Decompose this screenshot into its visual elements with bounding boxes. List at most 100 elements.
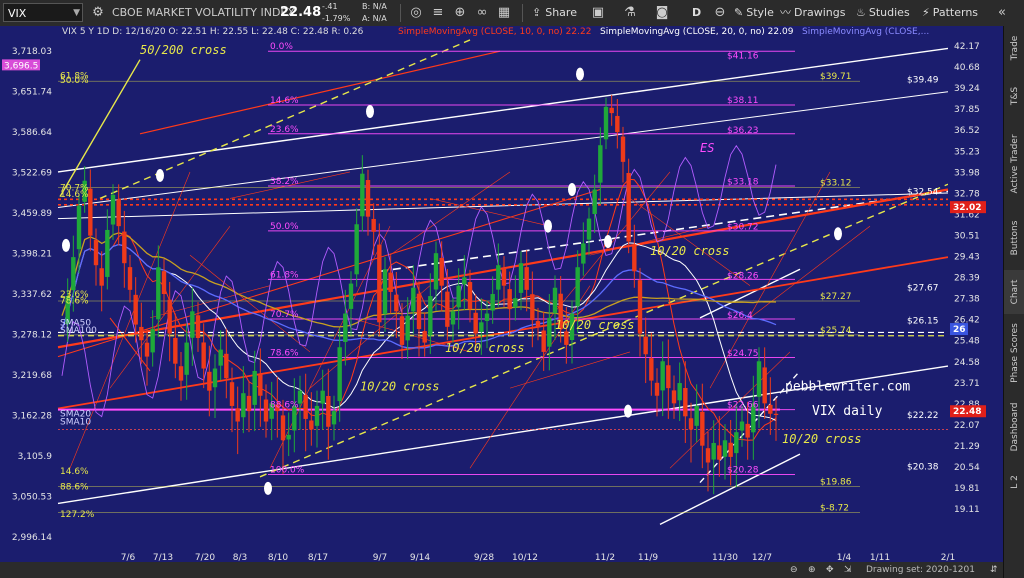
candle-body [416, 293, 422, 330]
expand-icon[interactable]: ⇵ [990, 562, 998, 578]
candle-body [303, 394, 308, 419]
yellow-fib-label: 78.6% [60, 296, 89, 306]
candle-body [76, 205, 82, 250]
tab-chart[interactable]: Chart [1004, 270, 1024, 314]
add-icon[interactable]: ⊕ [452, 5, 468, 21]
share-button[interactable]: ⇪ Share [532, 0, 577, 26]
drawings-label: Drawings [794, 6, 846, 19]
level-label: $20.38 [907, 463, 939, 473]
candle-body [705, 448, 711, 463]
bubble-icon[interactable]: ◎ [408, 5, 424, 21]
side-panel: Trade T&S Active Trader Buttons Chart Ph… [1003, 26, 1024, 578]
cursor-icon[interactable]: ⇲ [844, 562, 852, 578]
link-icon[interactable]: ∞ [474, 5, 490, 21]
tab-trade[interactable]: Trade [1004, 26, 1024, 70]
candle-body [456, 285, 461, 308]
candle-body [218, 349, 223, 366]
candle-body [99, 268, 104, 286]
candle-body [252, 370, 257, 405]
tab-phase-scores[interactable]: Phase Scores [1004, 316, 1024, 390]
candle-body [575, 267, 580, 307]
candle-body [235, 408, 240, 422]
grid-icon[interactable]: ▦ [496, 5, 512, 21]
right-axis-tick: 32.78 [954, 189, 980, 199]
candle-body [354, 224, 359, 275]
aggregation-button[interactable]: D [692, 0, 701, 26]
fib-pct-label: 88.6% [270, 401, 299, 411]
fib-price-label: $38.11 [727, 96, 759, 106]
candle-body [331, 411, 337, 425]
flask-icon[interactable]: ⚗ [622, 5, 638, 21]
drawings-icon: 〰 [780, 6, 791, 19]
x-axis-tick: 9/14 [410, 553, 430, 562]
cross-annotation: 50/200 cross [140, 43, 227, 57]
tab-active-trader[interactable]: Active Trader [1004, 122, 1024, 206]
candle-body [541, 330, 546, 352]
last-price: 22.48 [280, 5, 322, 20]
drawing-set-label: Drawing set: 2020-1201 [866, 565, 975, 575]
cross-annotation: 10/20 cross [555, 318, 634, 332]
zoom-out-icon[interactable]: ⊖ [790, 562, 798, 578]
net-change: -.41 [322, 2, 338, 11]
x-axis: 7/6 7/13 7/20 8/3 8/10 8/17 9/7 9/14 9/28 10/12 11… [0, 552, 1003, 562]
candle-body [105, 229, 110, 277]
candle-body [762, 367, 767, 404]
camera-icon[interactable]: ◙ [654, 5, 670, 21]
gear-icon[interactable]: ⚙ [90, 5, 106, 21]
candle-body [722, 440, 728, 457]
price-chart[interactable]: 0.0% 14.6% 23.6% 38.2% 50.0% 61.8% 70.7% 78.6% 8… [0, 39, 1003, 562]
ohlc-readout: VIX 5 Y 1D D: 12/16/20 O: 22.51 H: 22.55… [62, 27, 364, 37]
candle-body [433, 253, 439, 290]
tab-dashboard[interactable]: Dashboard [1004, 392, 1024, 462]
screenshot-icon[interactable]: ▣ [590, 5, 606, 21]
x-axis-tick: 8/10 [268, 553, 288, 562]
tab-time-and-sales[interactable]: T&S [1004, 72, 1024, 120]
patterns-icon: ⚡ [922, 6, 930, 19]
pivot-marker [544, 219, 552, 233]
candle-body [694, 405, 699, 426]
fib-pct-label: 100.0% [270, 465, 305, 475]
left-axis-tick: 3,586.64 [12, 128, 52, 138]
candle-body [184, 342, 189, 375]
fib-price-label: $20.28 [727, 465, 759, 475]
cross-annotation: 10/20 cross [360, 380, 439, 394]
symbol-input[interactable]: VIX ▼ [3, 3, 83, 22]
yellow-fib-label: 14.6% [60, 190, 89, 200]
tab-buttons[interactable]: Buttons [1004, 208, 1024, 268]
level-label: $32.54 [907, 188, 939, 198]
share-label: Share [545, 6, 577, 19]
zoom-in-icon[interactable]: ⊕ [808, 562, 816, 578]
style-button[interactable]: ✎ Style [734, 0, 774, 26]
candle-body [71, 257, 76, 291]
menu-icon[interactable]: ≡ [430, 5, 446, 21]
left-axis-tick: 3,522.69 [12, 169, 52, 179]
candle-body [173, 337, 178, 364]
candle-body [411, 287, 416, 312]
candle-body [212, 368, 218, 388]
candle-body [745, 423, 750, 438]
right-axis-tick: 30.51 [954, 231, 980, 241]
price-label: $33.12 [820, 178, 852, 188]
candle-body [660, 361, 665, 391]
fib-price-label: $41.16 [727, 51, 759, 61]
candle-body [360, 173, 365, 217]
drawings-button[interactable]: 〰 Drawings [780, 0, 845, 26]
left-axis-tick: 3,718.03 [12, 47, 52, 57]
studies-button[interactable]: ♨ Studies [856, 0, 910, 26]
tab-level2[interactable]: L 2 [1004, 464, 1024, 500]
magnify-icon[interactable]: ⊖ [712, 5, 728, 21]
share-icon: ⇪ [532, 6, 542, 19]
top-toolbar: VIX ▼ ⚙ CBOE MARKET VOLATILITY INDEX 22.… [0, 0, 1024, 27]
right-axis-tick: 25.48 [954, 337, 980, 347]
pivot-marker [156, 168, 164, 182]
studies-label: Studies [868, 6, 910, 19]
candle-body [620, 136, 626, 162]
pan-icon[interactable]: ✥ [826, 562, 834, 578]
candle-body [739, 421, 745, 431]
candle-body [677, 383, 682, 401]
patterns-button[interactable]: ⚡ Patterns [922, 0, 978, 26]
yellow-fib-label: 50.0% [60, 76, 89, 86]
pivot-marker [624, 404, 632, 418]
candle-body [167, 299, 172, 334]
collapse-icon[interactable]: « [994, 5, 1010, 21]
